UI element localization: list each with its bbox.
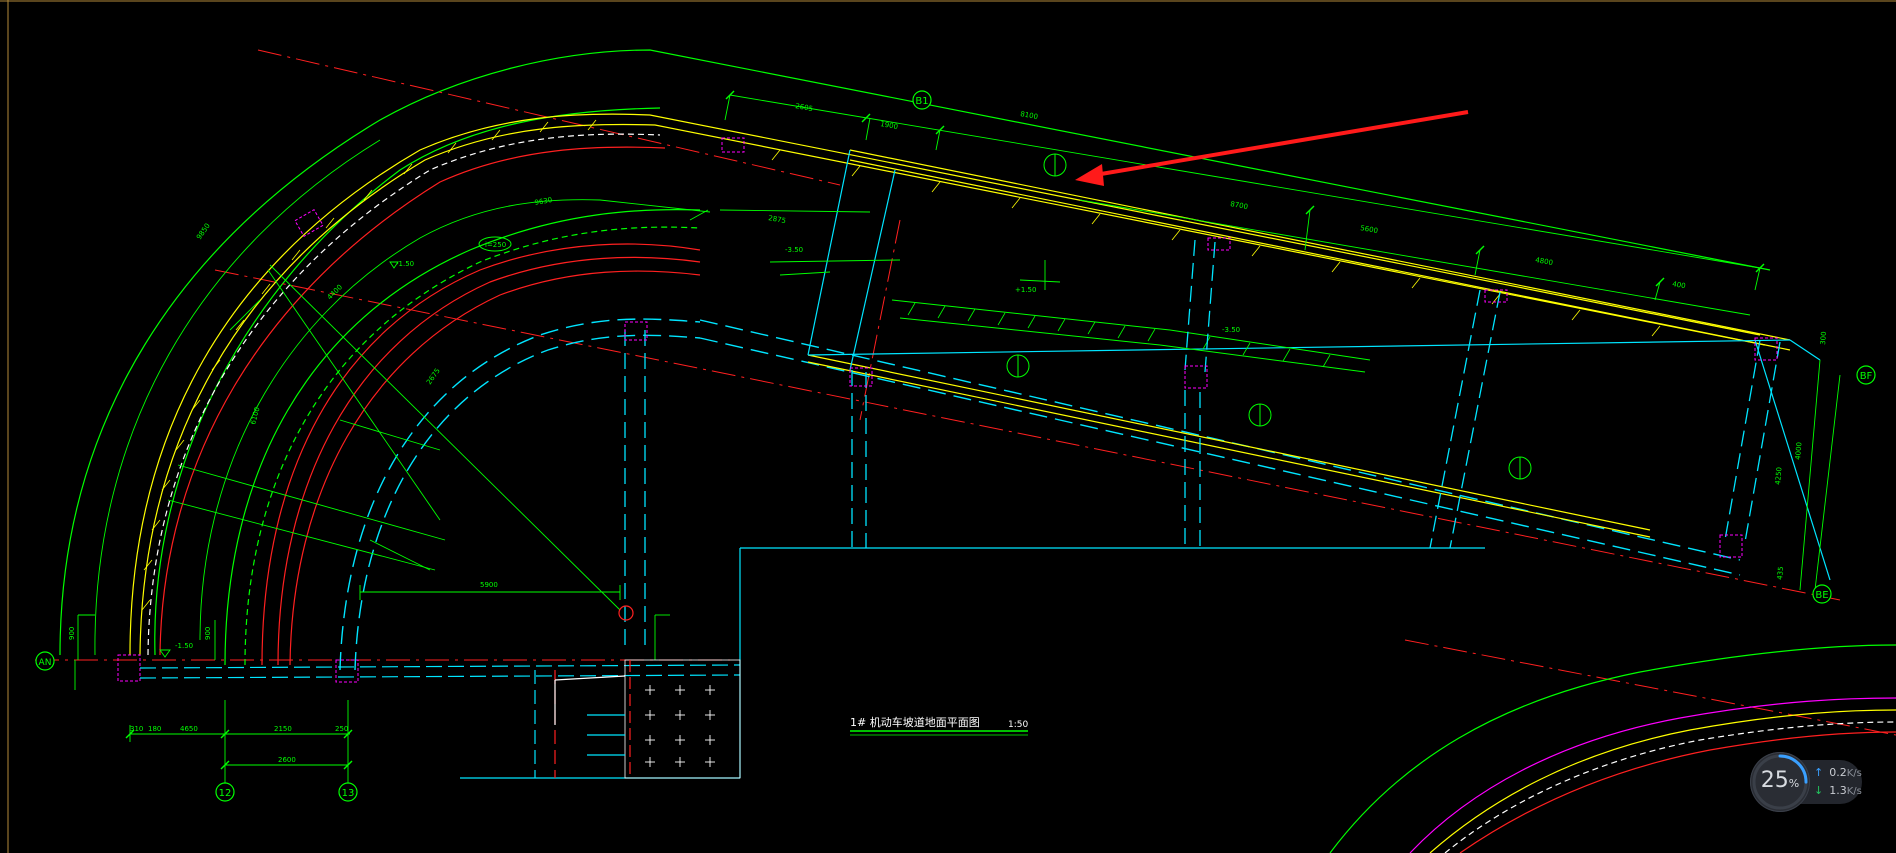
download-value: 1.3 bbox=[1829, 784, 1847, 797]
upload-unit: K/s bbox=[1846, 768, 1862, 779]
dim-180: 180 bbox=[148, 725, 161, 733]
upload-rate: ↑ 0.2K/s bbox=[1814, 766, 1862, 779]
dim-4000: 4000 bbox=[1794, 442, 1804, 460]
grid-bubble-12[interactable]: 12 bbox=[215, 782, 235, 802]
dim-300: 300 bbox=[1819, 331, 1828, 345]
usage-percent-sign: % bbox=[1788, 777, 1800, 790]
drawing-title: 1# 机动车坡道地面平面图 bbox=[850, 715, 980, 729]
dim-435: 435 bbox=[1776, 566, 1785, 580]
level-plus-150: +1.50 bbox=[1015, 286, 1036, 294]
dim-250: 250 bbox=[335, 725, 348, 733]
grid-bubble-13[interactable]: 13 bbox=[338, 782, 358, 802]
grid-bubble-13-label: 13 bbox=[342, 788, 355, 799]
download-arrow-icon: ↓ bbox=[1814, 784, 1824, 797]
dim-2150: 2150 bbox=[274, 725, 292, 733]
grid-bubble-be[interactable]: BE bbox=[1812, 584, 1832, 604]
grid-bubble-be-label: BE bbox=[1815, 590, 1828, 601]
grid-bubble-b1[interactable]: B1 bbox=[912, 90, 932, 110]
level-minus-150-b: -1.50 bbox=[175, 642, 193, 650]
upload-value: 0.2 bbox=[1829, 766, 1847, 779]
network-speed-widget[interactable]: ↑ 0.2K/s ↓ 1.3K/s 25% bbox=[1750, 752, 1862, 812]
memory-usage-ring[interactable]: 25% bbox=[1750, 752, 1810, 812]
dim-900-l: 900 bbox=[68, 627, 76, 640]
dim-2600: 2600 bbox=[278, 756, 296, 764]
download-rate: ↓ 1.3K/s bbox=[1814, 784, 1862, 797]
level-minus-350: -3.50 bbox=[785, 246, 803, 254]
drawing-scale: 1:50 bbox=[1008, 720, 1028, 730]
dim-4250: 4250 bbox=[1774, 467, 1784, 485]
grid-bubble-an[interactable]: AN bbox=[35, 651, 55, 671]
download-unit: K/s bbox=[1846, 786, 1862, 797]
usage-percent: 25% bbox=[1760, 768, 1800, 797]
usage-percent-value: 25 bbox=[1760, 768, 1789, 793]
dim-5900: 5900 bbox=[480, 581, 498, 589]
level-minus-150: -1.50 bbox=[396, 260, 414, 268]
slope-label: i=250 bbox=[485, 241, 506, 249]
cad-drawing-canvas[interactable]: B1 BF BE AN 12 13 2605 1900 8100 8700 56… bbox=[0, 0, 1896, 853]
grid-bubble-bf-label: BF bbox=[1860, 371, 1873, 382]
dim-4650: 4650 bbox=[180, 725, 198, 733]
dim-900-b: 900 bbox=[204, 627, 212, 640]
upload-arrow-icon: ↑ bbox=[1814, 766, 1824, 779]
level-minus-350-b: -3.50 bbox=[1222, 326, 1240, 334]
dim-310: 310 bbox=[130, 725, 143, 733]
grid-bubble-an-label: AN bbox=[39, 658, 52, 668]
grid-bubble-bf[interactable]: BF bbox=[1856, 365, 1876, 385]
grid-bubble-12-label: 12 bbox=[219, 788, 232, 799]
grid-bubble-b1-label: B1 bbox=[915, 96, 928, 107]
